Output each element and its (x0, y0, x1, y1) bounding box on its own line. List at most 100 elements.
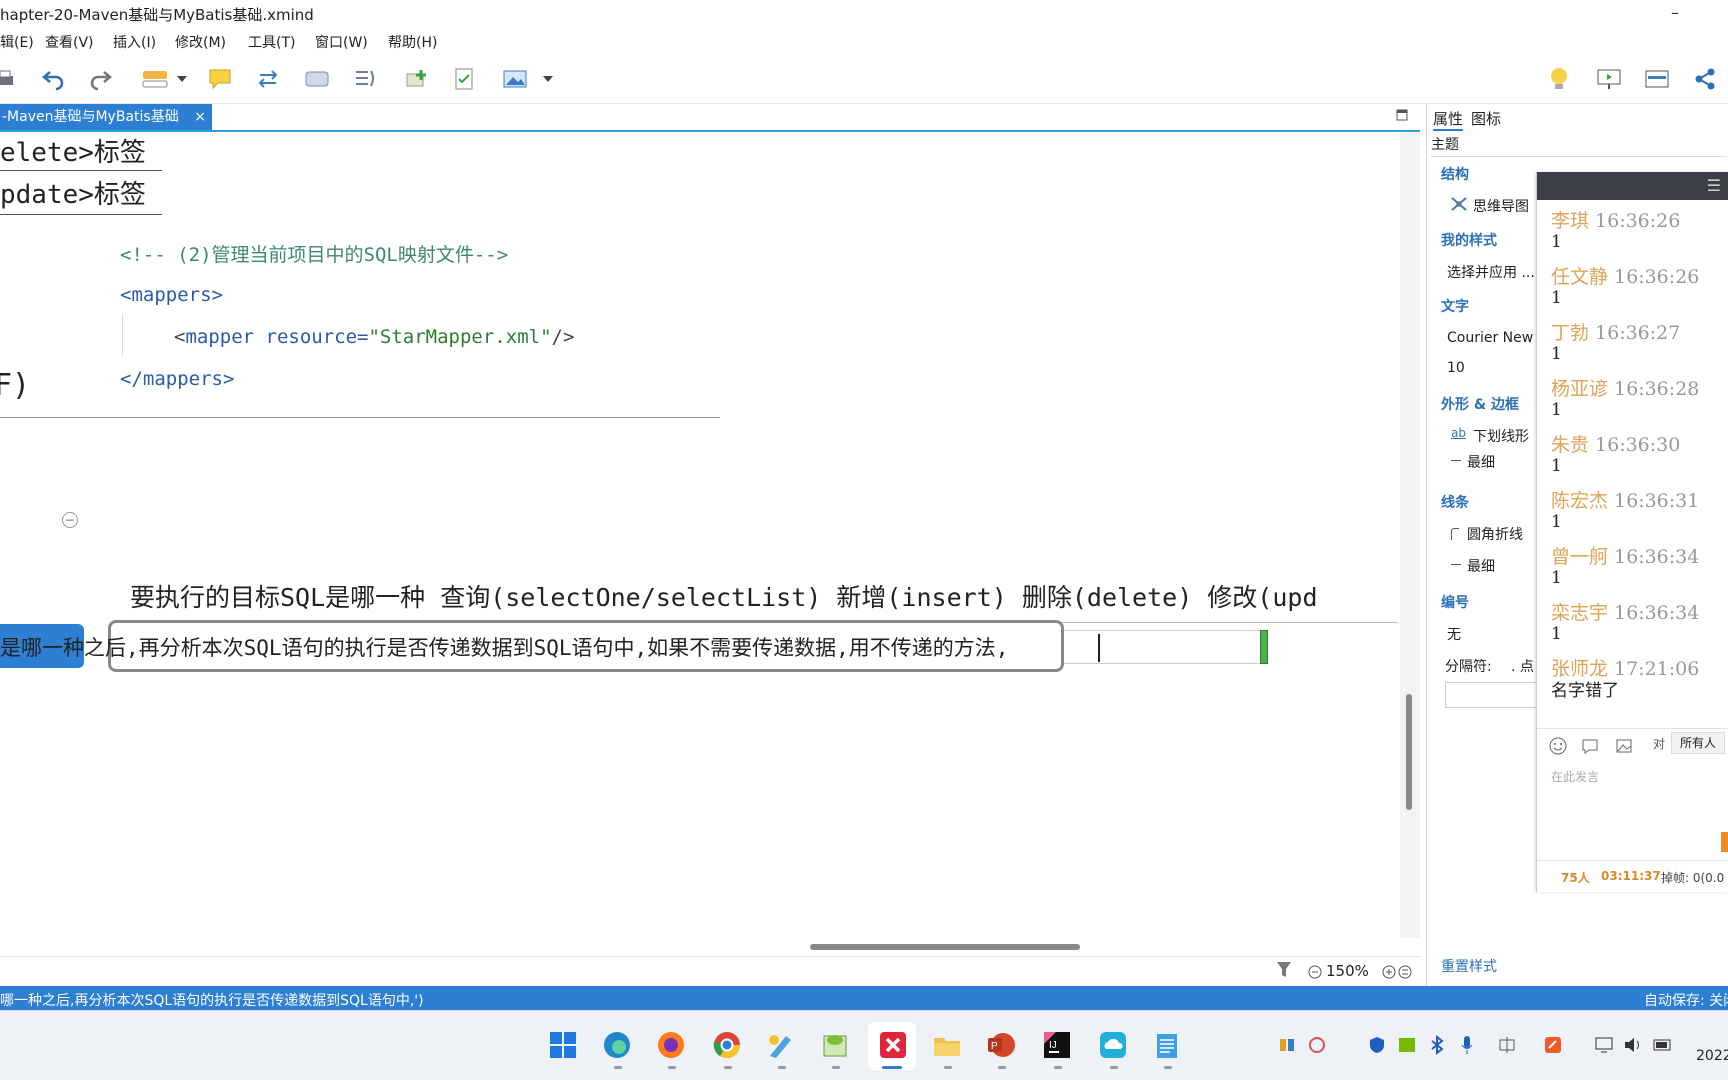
notepad-icon[interactable] (1150, 1028, 1184, 1062)
chrome-icon[interactable] (710, 1028, 744, 1062)
resize-handle[interactable] (1260, 630, 1268, 664)
shape-value[interactable]: 下划线形 (1473, 426, 1529, 446)
font-size-select[interactable]: 10 (1447, 360, 1465, 376)
menu-tools[interactable]: 工具(T) (248, 32, 295, 52)
topic-partial-label[interactable]: F) (0, 368, 30, 403)
topic-update-label[interactable]: pdate>标签 (0, 174, 146, 211)
topic-edit-text[interactable]: 是哪一种之后,再分析本次SQL语句的执行是否传递数据到SQL语句中,如果不需要传… (0, 632, 1008, 662)
image-icon[interactable] (1615, 737, 1633, 759)
topic-delete-label[interactable]: elete>标签 (0, 132, 146, 169)
vertical-scroll-thumb[interactable] (1406, 694, 1412, 810)
tab-icons[interactable]: 图标 (1471, 108, 1501, 129)
security-icon[interactable] (1366, 1028, 1388, 1062)
intellij-icon[interactable]: IJ (1040, 1028, 1074, 1062)
nvidia-icon[interactable] (1396, 1028, 1418, 1062)
menu-insert[interactable]: 插入(I) (113, 32, 156, 52)
tab-properties[interactable]: 属性 (1433, 108, 1464, 131)
menu-view[interactable]: 查看(V) (45, 32, 94, 52)
collapse-icon[interactable]: − (62, 512, 78, 528)
zoom-level[interactable]: 150% (1326, 962, 1369, 980)
send-button[interactable] (1721, 832, 1728, 852)
autosave-status[interactable]: 自动保存: 关闭 (1644, 990, 1728, 1010)
share-icon[interactable] (1690, 64, 1720, 94)
tab-mindmap[interactable]: -Maven基础与MyBatis基础 × (0, 104, 212, 130)
windows-start-icon[interactable] (546, 1028, 580, 1062)
print-icon[interactable] (0, 64, 20, 94)
bluetooth-icon[interactable] (1426, 1028, 1448, 1062)
line-shape-value[interactable]: 圆角折线 (1467, 524, 1523, 544)
reset-style-link[interactable]: 重置样式 (1441, 956, 1497, 976)
paint-icon[interactable] (764, 1028, 798, 1062)
image-icon[interactable] (500, 64, 530, 94)
section-numbering[interactable]: 编号 (1441, 592, 1469, 612)
xmind-icon[interactable] (876, 1028, 910, 1062)
panel-icon[interactable] (1642, 64, 1672, 94)
line-width-value[interactable]: 最细 (1467, 556, 1495, 576)
microphone-icon[interactable] (1456, 1028, 1478, 1062)
menu-icon[interactable]: ☰ (1707, 176, 1721, 195)
menu-window[interactable]: 窗口(W) (315, 32, 368, 52)
section-my-style[interactable]: 我的样式 (1441, 230, 1497, 250)
file-explorer-icon[interactable] (930, 1028, 964, 1062)
idea-icon[interactable] (1544, 64, 1574, 94)
add-topic-icon[interactable] (402, 64, 432, 94)
mindmap-canvas[interactable]: elete>标签 pdate>标签 <!-- (2)管理当前项目中的SQL映射文… (0, 132, 1398, 938)
chat-recipient-select[interactable]: 所有人 (1671, 732, 1725, 754)
numbering-value[interactable]: 无 (1447, 624, 1461, 644)
battery-icon[interactable] (1652, 1028, 1674, 1062)
menu-edit[interactable]: 辑(E) (0, 32, 34, 52)
message-icon[interactable] (1581, 737, 1599, 759)
chat-time: 16:36:30 (1595, 434, 1681, 456)
tray-app-icon[interactable] (1276, 1028, 1298, 1062)
emoji-icon[interactable] (1549, 737, 1567, 759)
code-mappers-close: </mappers> (120, 368, 235, 390)
maximize-icon[interactable] (1396, 106, 1410, 121)
boundary-icon[interactable] (302, 64, 332, 94)
zoom-out-icon[interactable] (1308, 964, 1322, 983)
separator-input[interactable] (1445, 682, 1545, 708)
volume-icon[interactable] (1622, 1028, 1644, 1062)
chat-time: 16:36:34 (1614, 602, 1700, 624)
system-clock[interactable]: 2022 (1696, 1048, 1728, 1064)
border-width-value[interactable]: 最细 (1467, 452, 1495, 472)
zoom-in-icon[interactable] (1382, 964, 1396, 983)
my-style-select[interactable]: 选择并应用 ... (1447, 262, 1535, 282)
firefox-icon[interactable] (654, 1028, 688, 1062)
callout-icon[interactable] (205, 64, 235, 94)
summary-icon[interactable] (350, 64, 380, 94)
section-shape-border[interactable]: 外形 & 边框 (1441, 394, 1519, 414)
minimize-button[interactable]: – (1660, 0, 1690, 28)
section-text[interactable]: 文字 (1441, 296, 1469, 316)
menu-help[interactable]: 帮助(H) (388, 32, 437, 52)
topic-target-sql[interactable]: 要执行的目标SQL是哪一种 查询(selectOne/selectList) 新… (130, 578, 1318, 614)
horizontal-scroll-thumb[interactable] (810, 944, 1080, 950)
dropdown-icon[interactable] (540, 64, 556, 94)
vertical-scrollbar[interactable] (1400, 132, 1420, 938)
task-icon[interactable] (449, 64, 479, 94)
presentation-icon[interactable] (1594, 64, 1624, 94)
edge-icon[interactable] (600, 1028, 634, 1062)
display-icon[interactable] (1594, 1028, 1616, 1062)
tray-app-icon[interactable] (1306, 1028, 1328, 1062)
filter-icon[interactable] (1276, 961, 1292, 983)
relationship-icon[interactable] (253, 64, 283, 94)
redo-icon[interactable] (86, 64, 116, 94)
cloud-app-icon[interactable] (1096, 1028, 1130, 1062)
ime-icon[interactable] (1496, 1028, 1518, 1062)
topic-icon[interactable] (138, 64, 174, 94)
undo-icon[interactable] (38, 64, 68, 94)
section-line[interactable]: 线条 (1441, 492, 1469, 512)
tab-close-icon[interactable]: × (194, 104, 206, 130)
structure-value[interactable]: 思维导图 (1473, 196, 1529, 216)
dropdown-icon[interactable] (172, 64, 192, 94)
separator-value[interactable]: . 点 (1511, 656, 1534, 676)
notepad-plus-icon[interactable] (818, 1028, 852, 1062)
font-family-select[interactable]: Courier New (1447, 330, 1533, 346)
section-structure[interactable]: 结构 (1441, 164, 1469, 184)
tray-app-icon[interactable] (1542, 1028, 1564, 1062)
chat-input[interactable]: 在此发言 (1551, 768, 1599, 785)
zoom-fit-icon[interactable] (1398, 964, 1412, 983)
chat-time: 16:36:26 (1614, 266, 1700, 288)
menu-modify[interactable]: 修改(M) (175, 32, 226, 52)
powerpoint-icon[interactable]: P (984, 1028, 1018, 1062)
